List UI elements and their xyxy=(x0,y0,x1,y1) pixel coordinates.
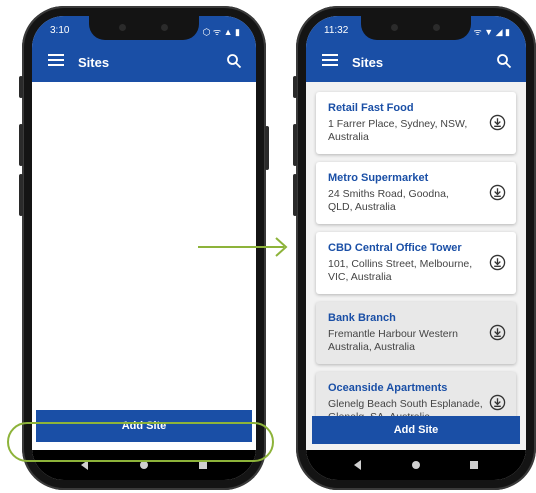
status-bar: 11:32 ᯤ ▼ ◢ ▮ xyxy=(306,16,526,44)
right-phone: 11:32 ᯤ ▼ ◢ ▮ Sites Retail Fast Food 1 F… xyxy=(293,6,536,490)
site-name: Bank Branch xyxy=(328,312,396,324)
nav-bar xyxy=(306,450,526,480)
download-icon[interactable] xyxy=(489,324,506,341)
side-button xyxy=(19,174,23,216)
site-card[interactable]: CBD Central Office Tower 101, Collins St… xyxy=(316,232,516,294)
page-title: Sites xyxy=(78,55,110,70)
site-list: Retail Fast Food 1 Farrer Place, Sydney,… xyxy=(306,82,526,450)
side-button xyxy=(19,76,23,98)
status-icons: ᯤ ▼ ◢ ▮ xyxy=(473,27,510,37)
menu-icon[interactable] xyxy=(322,54,338,66)
empty-site-list xyxy=(32,82,256,450)
home-icon[interactable] xyxy=(412,461,420,469)
recent-apps-icon[interactable] xyxy=(469,461,478,469)
camera-icon xyxy=(119,24,126,31)
site-address: 101, Collins Street, Melbourne, VIC, Aus… xyxy=(328,258,473,283)
side-button xyxy=(293,174,297,216)
side-button xyxy=(265,126,269,170)
add-site-button[interactable]: Add Site xyxy=(312,416,520,444)
site-name: CBD Central Office Tower xyxy=(328,242,462,254)
side-button xyxy=(293,124,297,166)
app-bar: Sites xyxy=(32,44,256,82)
status-bar: 3:10 ⬡ ᯤ ▲ ▮ xyxy=(32,16,256,44)
side-button xyxy=(19,124,23,166)
camera-icon xyxy=(161,24,168,31)
recent-apps-icon[interactable] xyxy=(198,461,207,469)
side-button xyxy=(293,76,297,98)
page-title: Sites xyxy=(352,55,384,70)
app-bar: Sites xyxy=(306,44,526,82)
notch xyxy=(89,16,199,40)
search-icon[interactable] xyxy=(226,53,242,69)
home-icon[interactable] xyxy=(140,461,148,469)
notch xyxy=(361,16,471,40)
site-card[interactable]: Metro Supermarket 24 Smiths Road, Goodna… xyxy=(316,162,516,224)
site-card[interactable]: Retail Fast Food 1 Farrer Place, Sydney,… xyxy=(316,92,516,154)
back-icon[interactable] xyxy=(354,460,362,470)
status-icons: ⬡ ᯤ ▲ ▮ xyxy=(202,27,240,37)
download-icon[interactable] xyxy=(489,254,506,271)
site-address: Fremantle Harbour Western Australia, Aus… xyxy=(328,328,458,353)
menu-icon[interactable] xyxy=(48,54,64,66)
arrow-right-icon xyxy=(198,237,288,257)
camera-icon xyxy=(433,24,440,31)
download-icon[interactable] xyxy=(489,114,506,131)
download-icon[interactable] xyxy=(489,184,506,201)
add-site-highlight xyxy=(7,422,274,462)
download-icon[interactable] xyxy=(489,394,506,411)
camera-icon xyxy=(391,24,398,31)
site-address: 1 Farrer Place, Sydney, NSW, Australia xyxy=(328,118,468,143)
site-card[interactable]: Bank Branch Fremantle Harbour Western Au… xyxy=(316,302,516,364)
status-time: 11:32 xyxy=(324,25,349,36)
site-name: Oceanside Apartments xyxy=(328,382,448,394)
site-name: Retail Fast Food xyxy=(328,102,414,114)
status-time: 3:10 xyxy=(50,25,70,36)
right-screen: 11:32 ᯤ ▼ ◢ ▮ Sites Retail Fast Food 1 F… xyxy=(306,16,526,480)
site-name: Metro Supermarket xyxy=(328,172,429,184)
search-icon[interactable] xyxy=(496,53,512,69)
site-address: 24 Smiths Road, Goodna, QLD, Australia xyxy=(328,188,449,213)
